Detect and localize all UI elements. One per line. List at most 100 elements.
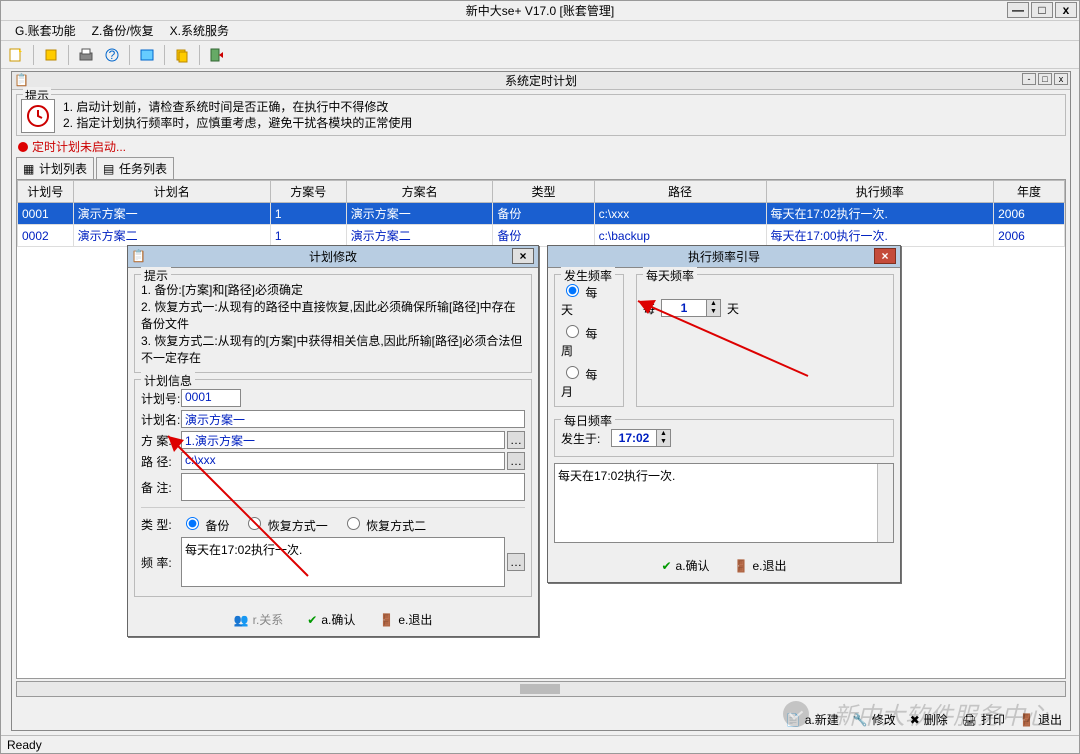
freq-exit-button[interactable]: 🚪e.退出 [734, 557, 787, 574]
door-icon: 🚪 [734, 559, 749, 573]
edit-tips-legend: 提示 [141, 267, 171, 284]
note-input[interactable] [181, 473, 525, 501]
plan-id-input[interactable]: 0001 [181, 389, 241, 407]
col-plan-name[interactable]: 计划名 [73, 181, 270, 203]
relation-button[interactable]: 👥r.关系 [234, 611, 284, 628]
col-path[interactable]: 路径 [594, 181, 766, 203]
toolbar-book-icon[interactable] [40, 44, 62, 66]
freq-summary[interactable]: 每天在17:02执行一次. [554, 463, 894, 543]
freq-browse-button[interactable]: … [507, 553, 525, 571]
radio-restore2[interactable]: 恢复方式二 [342, 514, 426, 534]
radio-weekly[interactable]: 每周 [561, 322, 603, 359]
col-scheme-name[interactable]: 方案名 [346, 181, 493, 203]
path-input[interactable]: c:\xxx [181, 452, 505, 470]
path-browse-button[interactable]: … [507, 452, 525, 470]
toolbar-files-icon[interactable] [171, 44, 193, 66]
every-days-stepper[interactable]: ▲▼ [661, 299, 721, 317]
print-button[interactable]: 🖨打印 [962, 711, 1005, 728]
check-icon: ✔ [661, 559, 671, 573]
menubar: G.账套功能 Z.备份/恢复 X.系统服务 [1, 21, 1079, 41]
scheme-browse-button[interactable]: … [507, 431, 525, 449]
scheme-input[interactable]: 1.演示方案一 [181, 431, 505, 449]
radio-backup[interactable]: 备份 [181, 514, 229, 534]
door-icon: 🚪 [379, 613, 394, 627]
plan-info-legend: 计划信息 [141, 372, 195, 389]
edit-tips-group: 提示 1. 备份:[方案]和[路径]必须确定 2. 恢复方式一:从现有的路径中直… [134, 274, 532, 373]
new-button[interactable]: 📄a.新建 [786, 711, 839, 728]
toolbar-help-icon[interactable]: ? [101, 44, 123, 66]
toolbar-new-icon[interactable] [5, 44, 27, 66]
close-button[interactable]: x [1055, 2, 1077, 18]
label-path: 路 径: [141, 453, 181, 470]
delete-button[interactable]: ✖删除 [910, 711, 948, 728]
schedule-close-button[interactable]: x [1054, 73, 1068, 85]
freq-titlebar[interactable]: 执行频率引导 × [548, 246, 900, 268]
step-up-icon[interactable]: ▲ [707, 300, 720, 308]
plan-edit-dialog: 📋 计划修改 × 提示 1. 备份:[方案]和[路径]必须确定 2. 恢复方式一… [127, 245, 539, 637]
users-icon: 👥 [234, 613, 249, 627]
label-plan-name: 计划名: [141, 411, 181, 428]
col-plan-no[interactable]: 计划号 [18, 181, 74, 203]
list-icon: ▤ [103, 162, 117, 176]
app-titlebar: 新中大se+ V17.0 [账套管理] — □ x [1, 1, 1079, 21]
minimize-button[interactable]: — [1007, 2, 1029, 18]
schedule-maximize-button[interactable]: □ [1038, 73, 1052, 85]
radio-daily[interactable]: 每天 [561, 281, 603, 318]
svg-text:?: ? [109, 48, 116, 62]
menu-backup[interactable]: Z.备份/恢复 [84, 20, 162, 41]
menu-account[interactable]: G.账套功能 [7, 20, 84, 41]
edit-tip-3: 3. 恢复方式二:从现有的[方案]中获得相关信息,因此所输[路径]必须合法但不一… [141, 332, 525, 366]
col-scheme-no[interactable]: 方案号 [270, 181, 346, 203]
table-row[interactable]: 0002演示方案二1演示方案二备份c:\backup每天在17:00执行一次.2… [18, 225, 1065, 247]
day-freq-group: 每天频率 每 ▲▼ 天 [636, 274, 894, 407]
plan-edit-close-button[interactable]: × [512, 248, 534, 264]
status-dot-icon [18, 142, 28, 152]
freq-confirm-button[interactable]: ✔a.确认 [661, 557, 709, 574]
radio-monthly[interactable]: 每月 [561, 363, 603, 400]
maximize-button[interactable]: □ [1031, 2, 1053, 18]
label-scheme: 方 案: [141, 432, 181, 449]
tab-task-list[interactable]: ▤ 任务列表 [96, 157, 174, 179]
days-label: 天 [727, 300, 739, 317]
schedule-status: 定时计划未启动... [12, 138, 1070, 155]
confirm-button[interactable]: ✔a.确认 [307, 611, 355, 628]
edit-dialog-actions: 👥r.关系 ✔a.确认 🚪e.退出 [128, 603, 538, 636]
tab-plan-list[interactable]: ▦ 计划列表 [16, 157, 94, 179]
plan-info-group: 计划信息 计划号:0001 计划名:演示方案一 方 案:1.演示方案一… 路 径… [134, 379, 532, 597]
freq-display[interactable]: 每天在17:02执行一次. [181, 537, 505, 587]
plan-name-input[interactable]: 演示方案一 [181, 410, 525, 428]
summary-scrollbar[interactable] [877, 464, 893, 542]
table-row[interactable]: 0001演示方案一1演示方案一备份c:\xxx每天在17:02执行一次.2006 [18, 203, 1065, 225]
freq-close-button[interactable]: × [874, 248, 896, 264]
col-type[interactable]: 类型 [493, 181, 594, 203]
horizontal-scrollbar[interactable] [16, 681, 1066, 697]
exit-button[interactable]: 🚪e.退出 [379, 611, 432, 628]
exit-button[interactable]: 🚪退出 [1019, 711, 1062, 728]
check-icon: ✔ [307, 613, 317, 627]
freq-dialog: 执行频率引导 × 发生频率 每天 每周 每月 每天频率 每 ▲▼ [547, 245, 901, 583]
new-icon: 📄 [786, 713, 801, 727]
edit-button[interactable]: 🔧修改 [853, 711, 896, 728]
toolbar-exit-icon[interactable] [206, 44, 228, 66]
tip-line-2: 2. 指定计划执行频率时，应慎重考虑，避免干扰各模块的正常使用 [63, 115, 1061, 131]
step-down-icon[interactable]: ▼ [707, 308, 720, 316]
col-freq[interactable]: 执行频率 [766, 181, 994, 203]
main-window: 新中大se+ V17.0 [账套管理] — □ x G.账套功能 Z.备份/恢复… [0, 0, 1080, 754]
radio-restore1[interactable]: 恢复方式一 [243, 514, 327, 534]
status-text: 定时计划未启动... [32, 138, 126, 155]
time-down-icon[interactable]: ▼ [657, 438, 670, 446]
happen-at-label: 发生于: [561, 430, 611, 447]
menu-system[interactable]: X.系统服务 [162, 20, 237, 41]
time-up-icon[interactable]: ▲ [657, 430, 670, 438]
schedule-minimize-button[interactable]: - [1022, 73, 1036, 85]
label-type: 类 型: [141, 516, 181, 533]
every-label: 每 [643, 300, 655, 317]
time-stepper[interactable]: ▲▼ [611, 429, 671, 447]
toolbar-explorer-icon[interactable] [136, 44, 158, 66]
plan-edit-titlebar[interactable]: 📋 计划修改 × [128, 246, 538, 268]
toolbar-print-icon[interactable] [75, 44, 97, 66]
col-year[interactable]: 年度 [994, 181, 1065, 203]
occur-legend: 发生频率 [561, 267, 615, 284]
bottom-actions: 📄a.新建 🔧修改 ✖删除 🖨打印 🚪退出 [786, 711, 1062, 728]
label-note: 备 注: [141, 479, 181, 496]
